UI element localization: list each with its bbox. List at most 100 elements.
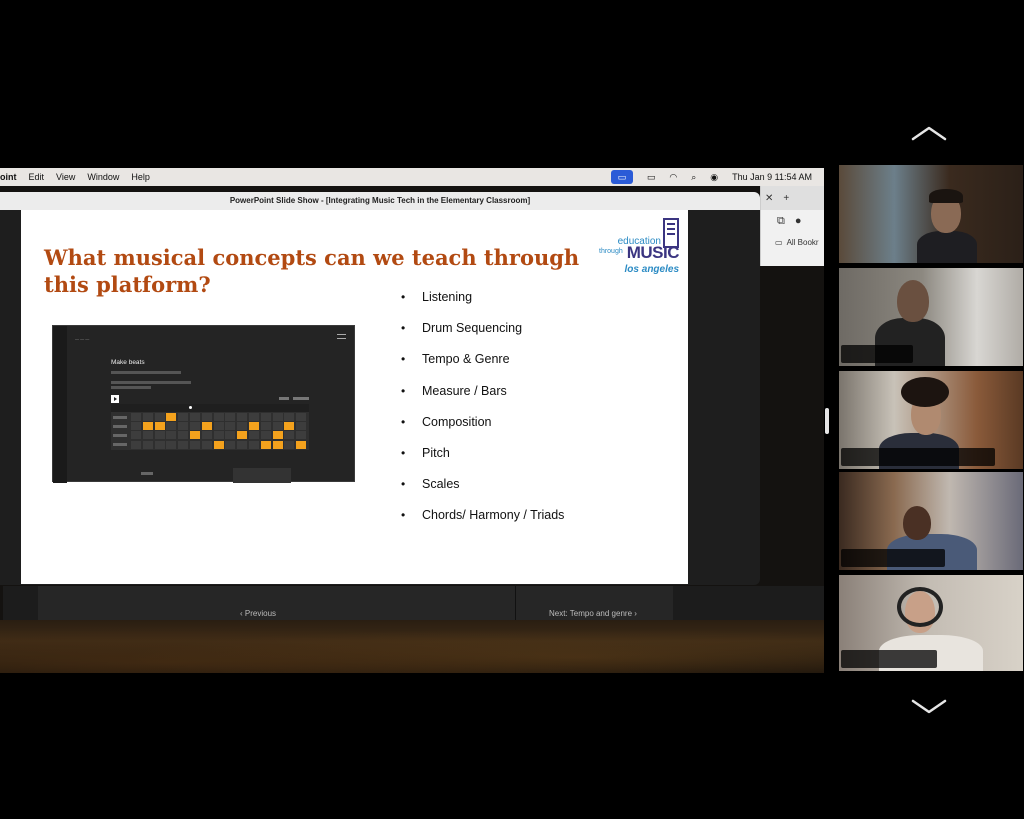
mac-menu-bar: oint Edit View Window Help ▭ ▭ ◠ ⌕ ◉ Thu… [0,168,824,186]
beat-cell [260,413,271,421]
beat-cell [154,422,165,431]
beat-cell [260,422,271,431]
drum-sequencer-grid [111,404,309,450]
beat-cell [131,440,141,449]
participant-video-tile[interactable] [839,472,1023,570]
desktop-wallpaper [0,620,824,673]
education-through-music-logo: education through MUSIC los angeles [597,216,687,282]
search-icon[interactable]: ⌕ [691,172,696,183]
beat-cell [225,440,236,449]
tempo-knob [189,406,192,409]
wifi-icon[interactable]: ◠ [669,172,677,183]
menu-view[interactable]: View [56,172,75,182]
instrument-label [113,416,127,419]
beat-cell [131,422,141,431]
beat-cell [190,413,200,421]
beat-cell [284,440,295,449]
participant-face [903,506,931,540]
beat-cell [213,413,224,421]
list-item: Drum Sequencing [401,319,564,350]
concept-list: Listening Drum Sequencing Tempo & Genre … [401,288,564,538]
beat-cell [296,440,307,449]
participant-name-tag [841,448,995,466]
menu-bar-clock[interactable]: Thu Jan 9 11:54 AM [732,172,812,182]
headphones-icon [897,587,943,627]
menu-window[interactable]: Window [87,172,119,182]
list-item: Measure / Bars [401,382,564,413]
logo-line-3: MUSIC [626,243,680,262]
list-item: Chords/ Harmony / Triads [401,506,564,537]
folder-icon: ▭ [775,237,783,247]
beat-cell [190,422,200,431]
footer-button [233,468,291,483]
powerpoint-window: PowerPoint Slide Show - [Integrating Mus… [0,192,760,585]
beat-cell [142,422,153,431]
make-beats-heading: Make beats [111,359,145,366]
instruction-text [111,371,181,374]
beat-cell [201,431,212,440]
list-item: Pitch [401,444,564,475]
participant-video-tile[interactable] [839,268,1023,366]
participant-name-tag [841,650,937,668]
beat-cell [225,431,236,440]
beat-cell [225,413,236,421]
beat-cell [237,413,248,421]
instruction-text [111,381,191,384]
clear-control [279,397,289,400]
tempo-slider [111,404,309,412]
participant-video-tile[interactable] [839,165,1023,263]
panel-resize-handle[interactable] [825,408,829,434]
beat-cell [166,413,177,421]
window-title: PowerPoint Slide Show - [Integrating Mus… [0,192,760,210]
participant-face [897,280,929,322]
beat-cell [201,440,212,449]
beat-cell [213,440,224,449]
profile-avatar[interactable]: ● [795,215,802,227]
screen-share-icon[interactable]: ▭ [610,170,633,184]
beat-maker-screenshot: — — — Make beats [52,325,355,483]
presenter-controls [3,586,824,620]
beat-cell [142,413,153,421]
beat-cell [178,440,189,449]
participant-video-tile[interactable] [839,575,1023,671]
control-center-icon[interactable]: ◉ [710,172,718,183]
beat-cell [154,440,165,449]
beat-cell [272,422,283,431]
extensions-icon[interactable]: ⧉ [777,215,785,228]
list-item: Tempo & Genre [401,350,564,381]
battery-icon[interactable]: ▭ [647,172,656,183]
app-sidebar [53,326,67,483]
beat-cell [166,431,177,440]
beat-cell [284,422,295,431]
beat-cell [272,440,283,449]
previous-slide-button[interactable]: ‹ Previous [240,609,276,618]
app-header: — — — [75,336,90,341]
beat-cell [272,431,283,440]
participant-video-tile[interactable] [839,371,1023,469]
gallery-scroll-up-icon[interactable] [910,124,948,142]
footer-link [141,472,153,475]
beat-cell [178,413,189,421]
participant-body [917,231,977,263]
menu-help[interactable]: Help [131,172,150,182]
instrument-label [113,443,127,446]
tab-close-icon[interactable]: ✕ [765,193,773,204]
menu-edit[interactable]: Edit [29,172,45,182]
beat-cell [213,422,224,431]
beat-cell [201,413,212,421]
logo-line-2: through [599,248,623,255]
gallery-scroll-down-icon[interactable] [910,698,948,716]
beat-cell [272,413,283,421]
participant-hair [901,377,949,407]
beat-cell [284,413,295,421]
beat-cell [166,422,177,431]
beat-cell [249,422,259,431]
new-tab-button[interactable]: + [783,193,789,204]
logo-line-4: los angeles [624,264,679,275]
beat-cell [190,440,200,449]
next-slide-button[interactable]: Next: Tempo and genre › [549,609,637,618]
beat-cell [178,431,189,440]
bookmarks-label[interactable]: All Bookr [787,238,819,247]
beat-cell [131,431,141,440]
menu-app[interactable]: oint [0,172,17,182]
